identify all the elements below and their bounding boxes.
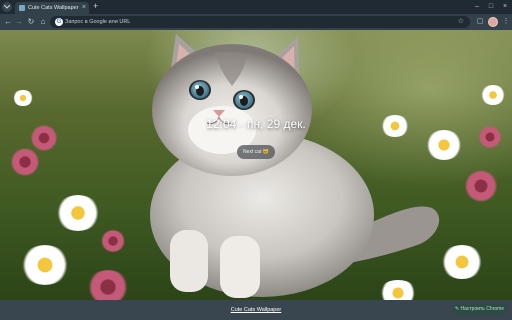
forward-button[interactable]: → — [13, 16, 25, 28]
chevron-down-icon — [4, 5, 10, 9]
menu-icon[interactable]: ⋮ — [500, 16, 512, 28]
cat-emoji-icon: 🐱 — [262, 149, 269, 155]
profile-avatar[interactable] — [488, 17, 498, 27]
reload-button[interactable]: ↻ — [25, 16, 37, 28]
new-tab-wallpaper: 12:04 · пн, 29 дек. Next cat 🐱 — [0, 30, 512, 300]
clock-date: 12:04 · пн, 29 дек. — [206, 117, 306, 131]
footer-bar: Cute Cats Wallpaper ✎ Настроить Chrome — [0, 300, 512, 320]
new-tab-button[interactable]: + — [93, 1, 98, 12]
google-icon: G — [55, 18, 63, 26]
kitten-image — [150, 34, 440, 298]
bookmark-star-icon[interactable]: ☆ — [458, 16, 464, 28]
tab-search-button[interactable] — [2, 2, 12, 12]
tab-favicon-icon — [19, 5, 25, 11]
extensions-icon[interactable]: ▢ — [474, 16, 486, 28]
address-bar-placeholder: Запрос в Google или URL — [65, 19, 131, 25]
tab-title: Cute Cats Wallpaper — [28, 5, 79, 11]
minimize-button[interactable]: – — [470, 0, 484, 14]
tab-strip: Cute Cats Wallpaper × + – □ × — [0, 0, 512, 14]
toolbar: ← → ↻ ⌂ G Запрос в Google или URL ☆ ▢ ⋮ — [0, 14, 512, 30]
home-button[interactable]: ⌂ — [37, 16, 49, 28]
pencil-icon: ✎ — [454, 306, 460, 312]
close-window-button[interactable]: × — [498, 0, 512, 14]
next-cat-button[interactable]: Next cat 🐱 — [237, 145, 275, 159]
address-bar[interactable]: G Запрос в Google или URL ☆ — [50, 16, 470, 28]
next-cat-label: Next cat — [243, 149, 262, 155]
customize-chrome-button[interactable]: ✎ Настроить Chrome — [452, 304, 507, 315]
customize-chrome-label: Настроить Chrome — [460, 306, 505, 312]
maximize-button[interactable]: □ — [484, 0, 498, 14]
wallpaper-credit-link[interactable]: Cute Cats Wallpaper — [0, 300, 512, 320]
tab-close-icon[interactable]: × — [82, 3, 86, 12]
tab-active[interactable]: Cute Cats Wallpaper × — [15, 2, 89, 14]
